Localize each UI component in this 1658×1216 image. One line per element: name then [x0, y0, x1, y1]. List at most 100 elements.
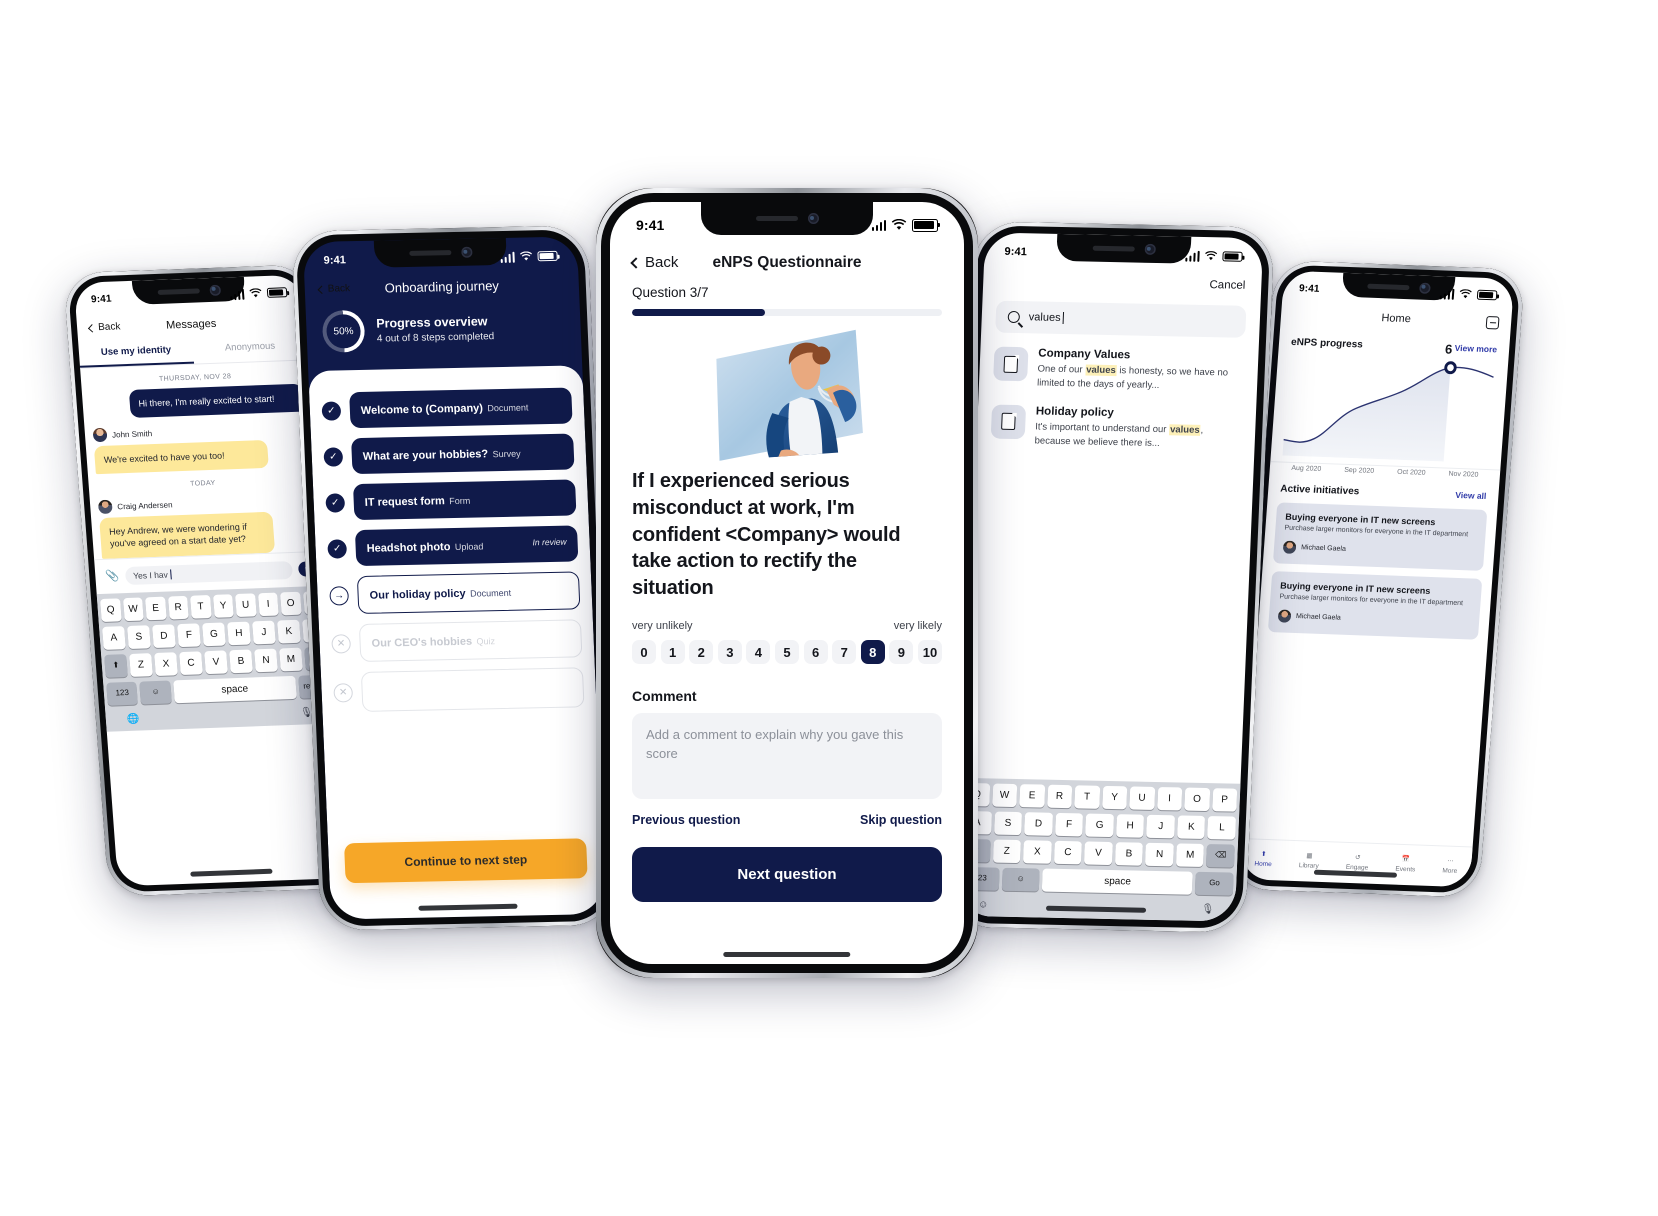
key-j[interactable]: J: [252, 620, 276, 644]
step-item[interactable]: ✓ What are your hobbies? Survey: [323, 433, 575, 475]
key-c[interactable]: C: [179, 650, 203, 675]
key-w[interactable]: W: [122, 597, 144, 621]
key-x[interactable]: X: [154, 651, 178, 676]
key-u[interactable]: U: [235, 592, 257, 617]
key-y[interactable]: Y: [1101, 785, 1128, 810]
rating-option-8-selected[interactable]: 8: [860, 639, 885, 665]
key-i[interactable]: I: [257, 592, 279, 616]
go-key[interactable]: Go: [1195, 871, 1234, 896]
key-r[interactable]: R: [167, 595, 189, 620]
tab-use-my-identity[interactable]: Use my identity: [78, 335, 195, 368]
key-j[interactable]: J: [1146, 814, 1175, 839]
globe-icon[interactable]: 🌐: [127, 713, 140, 724]
step-item[interactable]: → Our holiday policy Document: [329, 571, 581, 615]
previous-question-link[interactable]: Previous question: [632, 813, 740, 827]
message-input[interactable]: Yes I hav: [124, 560, 294, 585]
view-all-link[interactable]: View all: [1455, 490, 1487, 501]
back-button[interactable]: Back: [87, 321, 121, 333]
key-m[interactable]: M: [1175, 843, 1205, 867]
attachment-icon[interactable]: 📎: [105, 569, 120, 582]
key-v[interactable]: V: [1084, 841, 1113, 866]
key-w[interactable]: W: [991, 783, 1018, 808]
initiative-card[interactable]: Buying everyone in IT new screens Purcha…: [1267, 571, 1483, 640]
key-e[interactable]: E: [1019, 784, 1045, 808]
space-key[interactable]: space: [1041, 868, 1194, 895]
key-y[interactable]: Y: [212, 593, 234, 618]
rating-option-1[interactable]: 1: [660, 639, 685, 665]
key-t[interactable]: T: [1074, 785, 1100, 809]
shift-key[interactable]: ⬆: [104, 653, 128, 678]
initiative-card[interactable]: Buying everyone in IT new screens Purcha…: [1272, 502, 1488, 572]
rating-option-9[interactable]: 9: [889, 639, 914, 665]
rating-option-6[interactable]: 6: [803, 639, 828, 665]
key-v[interactable]: V: [204, 649, 228, 674]
rating-option-3[interactable]: 3: [717, 639, 742, 665]
search-result-item[interactable]: Company Values One of our values is hone…: [979, 332, 1259, 395]
key-s[interactable]: S: [993, 811, 1023, 836]
key-s[interactable]: S: [127, 624, 151, 649]
key-m[interactable]: M: [279, 647, 303, 671]
space-key[interactable]: space: [173, 675, 297, 703]
emoji-key[interactable]: ☺: [139, 680, 172, 705]
numeric-key[interactable]: 123: [106, 681, 139, 706]
add-note-icon[interactable]: [1485, 316, 1500, 330]
next-question-button[interactable]: Next question: [632, 847, 942, 903]
microphone-icon[interactable]: 🎙: [1201, 904, 1214, 915]
key-i[interactable]: I: [1156, 787, 1183, 811]
key-d[interactable]: D: [152, 623, 176, 648]
key-g[interactable]: G: [1085, 813, 1114, 838]
emoji-icon[interactable]: ☺: [978, 899, 989, 910]
key-u[interactable]: U: [1129, 786, 1155, 810]
tab-more[interactable]: ⋯ More: [1442, 851, 1458, 875]
rating-option-2[interactable]: 2: [689, 639, 714, 665]
key-r[interactable]: R: [1046, 784, 1073, 809]
key-n[interactable]: N: [1145, 842, 1174, 867]
cancel-button[interactable]: Cancel: [1209, 279, 1245, 292]
tab-home[interactable]: ⬆ Home: [1254, 845, 1273, 868]
rating-option-0[interactable]: 0: [632, 639, 657, 665]
key-o[interactable]: O: [1184, 787, 1210, 812]
key-n[interactable]: N: [254, 648, 278, 672]
key-q[interactable]: Q: [100, 597, 122, 622]
search-input[interactable]: values: [995, 300, 1247, 338]
key-f[interactable]: F: [177, 622, 201, 647]
continue-button[interactable]: Continue to next step: [344, 838, 588, 884]
key-o[interactable]: O: [280, 591, 302, 615]
rating-option-7[interactable]: 7: [832, 639, 857, 665]
key-k[interactable]: K: [277, 619, 301, 644]
step-item[interactable]: ✓ Welcome to (Company) Document: [321, 387, 573, 429]
key-h[interactable]: H: [227, 621, 251, 645]
tab-engage[interactable]: ↺ Engage: [1346, 848, 1370, 871]
comment-input[interactable]: Add a comment to explain why you gave th…: [632, 713, 942, 800]
rating-option-10[interactable]: 10: [917, 639, 943, 665]
view-more-link[interactable]: View more: [1454, 343, 1497, 355]
key-e[interactable]: E: [145, 596, 167, 620]
backspace-key[interactable]: ⌫: [1206, 844, 1235, 868]
emoji-key[interactable]: ☺: [1001, 867, 1040, 892]
key-f[interactable]: F: [1054, 812, 1084, 837]
rating-option-4[interactable]: 4: [746, 639, 771, 665]
key-z[interactable]: Z: [992, 839, 1021, 864]
key-d[interactable]: D: [1024, 812, 1053, 836]
search-result-item[interactable]: Holiday policy It's important to underst…: [976, 390, 1256, 453]
tab-anonymous[interactable]: Anonymous: [192, 331, 308, 363]
key-c[interactable]: C: [1053, 840, 1083, 865]
key-g[interactable]: G: [202, 622, 226, 646]
step-item[interactable]: ✓ IT request form Form: [325, 479, 577, 521]
key-k[interactable]: K: [1177, 815, 1206, 839]
key-x[interactable]: X: [1023, 840, 1052, 864]
key-l[interactable]: L: [1207, 816, 1237, 840]
key-h[interactable]: H: [1115, 814, 1145, 838]
key-p[interactable]: P: [1211, 788, 1238, 812]
tab-events[interactable]: 📅 Events: [1395, 850, 1417, 873]
step-item[interactable]: ✓ Headshot photo Upload In review: [327, 525, 579, 567]
battery-icon: [266, 287, 288, 298]
key-b[interactable]: B: [229, 649, 253, 673]
key-z[interactable]: Z: [129, 652, 153, 677]
key-a[interactable]: A: [102, 625, 126, 650]
key-b[interactable]: B: [1114, 842, 1144, 866]
key-t[interactable]: T: [190, 594, 212, 619]
skip-question-link[interactable]: Skip question: [860, 813, 942, 827]
tab-library[interactable]: ▦ Library: [1299, 846, 1321, 869]
rating-option-5[interactable]: 5: [774, 639, 800, 665]
